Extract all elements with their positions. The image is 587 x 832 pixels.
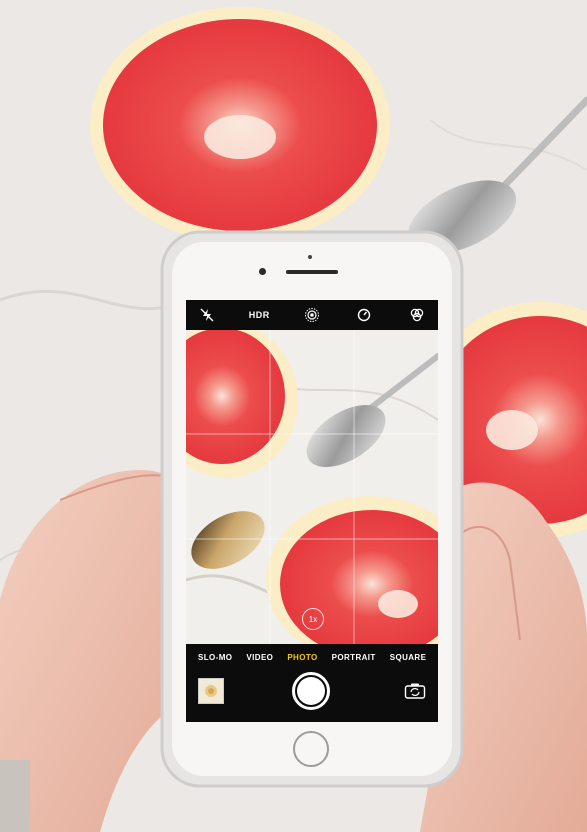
flash-off-icon[interactable] — [196, 304, 218, 326]
grapefruit-top — [90, 7, 390, 243]
filters-icon[interactable] — [406, 304, 428, 326]
shutter-button[interactable] — [292, 672, 330, 710]
hdr-toggle[interactable]: HDR — [249, 310, 270, 320]
live-photo-icon[interactable] — [301, 304, 323, 326]
mode-portrait[interactable]: PORTRAIT — [332, 653, 376, 662]
mode-square[interactable]: SQUARE — [390, 653, 427, 662]
camera-top-bar: HDR — [186, 300, 438, 330]
camera-controls: SLO-MO VIDEO PHOTO PORTRAIT SQUARE — [186, 644, 438, 722]
home-button[interactable] — [293, 731, 329, 767]
camera-flip-icon[interactable] — [404, 682, 426, 700]
front-camera — [259, 268, 266, 275]
earpiece-speaker — [286, 270, 338, 274]
mode-slo-mo[interactable]: SLO-MO — [198, 653, 232, 662]
mode-photo[interactable]: PHOTO — [287, 653, 317, 662]
timer-icon[interactable] — [353, 304, 375, 326]
last-photo-thumbnail[interactable] — [198, 678, 224, 704]
mode-selector: SLO-MO VIDEO PHOTO PORTRAIT SQUARE — [186, 650, 438, 664]
shutter-inner — [297, 677, 325, 705]
mode-video[interactable]: VIDEO — [246, 653, 273, 662]
zoom-toggle[interactable]: 1x — [302, 608, 324, 630]
proximity-sensor — [308, 255, 312, 259]
